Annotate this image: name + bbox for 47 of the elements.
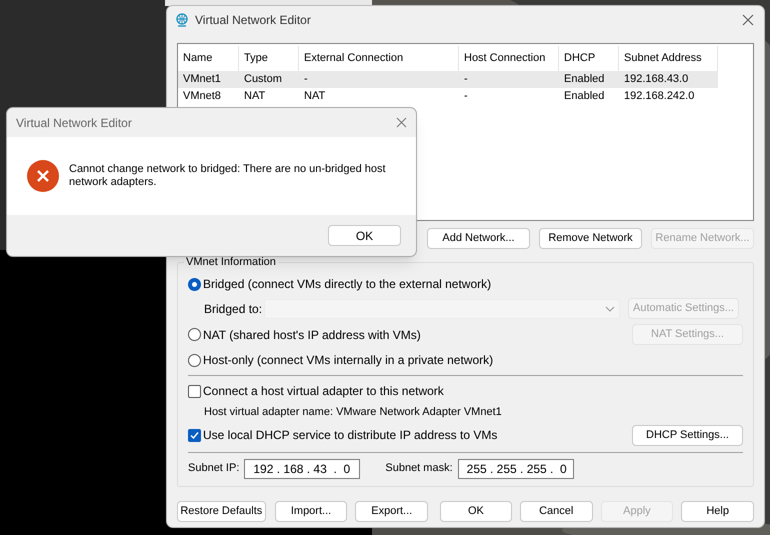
dialog-button[interactable]: Import...: [274, 501, 348, 522]
checkbox[interactable]: [188, 384, 201, 398]
error-icon: [27, 160, 59, 192]
table-cell-text: VMnet1: [182, 72, 222, 87]
table-cell-text: Enabled: [563, 72, 606, 87]
globe-icon: [175, 13, 189, 27]
dialog-button[interactable]: DHCP Settings...: [632, 424, 743, 446]
ip-field[interactable]: 192 . 168 . 43 . 0: [244, 458, 360, 478]
radio-label: NAT (shared host's IP address with VMs): [203, 326, 421, 344]
table-cell-text: 192.168.242.0: [623, 89, 696, 104]
table-cell-text: NAT: [303, 89, 326, 104]
window-title: Virtual Network Editor: [195, 12, 312, 29]
table-cell-text: -: [303, 72, 309, 87]
radio-button[interactable]: [188, 328, 201, 341]
dialog-button[interactable]: Add Network...: [427, 228, 530, 249]
checkbox-label: Connect a host virtual adapter to this network: [203, 383, 444, 400]
dialog-button[interactable]: Cancel: [520, 501, 593, 522]
table-cell-text: Custom: [243, 72, 283, 87]
checkbox-label: Use local DHCP service to distribute IP address to VMs: [203, 427, 498, 444]
dialog-title: Virtual Network Editor: [16, 114, 132, 132]
radio-label: Host-only (connect VMs internally in a private network): [203, 352, 494, 369]
radio-button[interactable]: [188, 278, 201, 290]
table-row[interactable]: VMnet1 Custom - - Enabled 192.168.43.0: [178, 71, 718, 88]
table-cell-text: 192.168.43.0: [623, 72, 690, 87]
field-label: Subnet IP:: [188, 461, 240, 476]
error-message: Cannot change network to bridged: There are no un-bridged host network adapters.: [69, 163, 387, 189]
adapter-name: Host virtual adapter name: VMware Network Adapter VMnet1: [203, 405, 503, 420]
dialog-button[interactable]: Remove Network: [539, 228, 642, 249]
close-icon[interactable]: [742, 14, 754, 26]
table-cell-text: VMnet8: [182, 89, 222, 104]
table-cell-text: -: [463, 72, 469, 87]
ok-button[interactable]: OK: [328, 225, 401, 246]
dialog-button[interactable]: OK: [440, 501, 512, 522]
radio-label: Bridged (connect VMs directly to the external network): [203, 276, 492, 293]
dialog-button[interactable]: Export...: [355, 501, 428, 522]
dialog-button[interactable]: Restore Defaults: [177, 501, 266, 522]
dialog-button[interactable]: Help: [681, 501, 754, 522]
chevron-down-icon: [605, 306, 615, 312]
ip-field[interactable]: 255 . 255 . 255 . 0: [458, 458, 574, 478]
checkbox[interactable]: [188, 428, 201, 442]
table-cell-text: NAT: [243, 89, 266, 104]
close-icon[interactable]: [396, 117, 407, 128]
table-row[interactable]: VMnet8 NAT NAT - Enabled 192.168.242.0: [178, 88, 718, 105]
table-cell-text: Enabled: [563, 89, 606, 104]
field-label: Subnet mask:: [385, 461, 453, 476]
table-cell-text: -: [463, 89, 469, 104]
radio-button[interactable]: [188, 354, 201, 366]
